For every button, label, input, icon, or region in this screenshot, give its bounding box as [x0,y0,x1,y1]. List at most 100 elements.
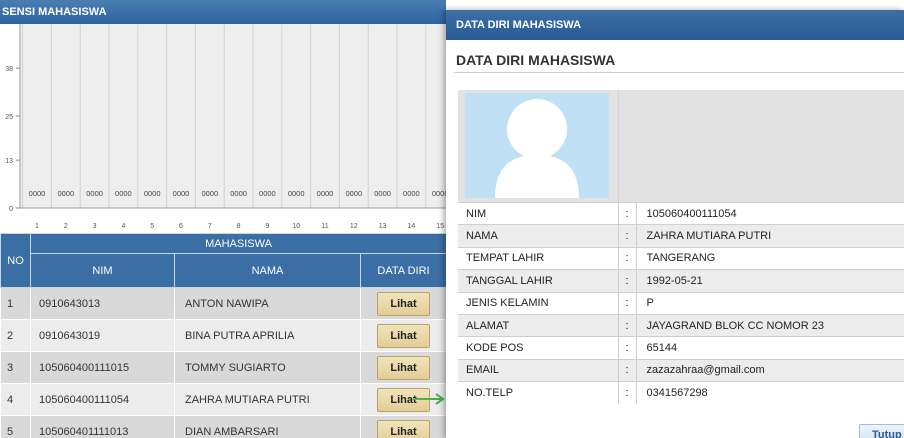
row-action-cell: Lihat [360,319,446,352]
data-label: 0000 [288,189,305,198]
row-no: 2 [0,319,31,352]
detail-row: NIM:105060400111054 [458,201,904,225]
row-nim: 0910643013 [30,287,175,320]
y-tick-label: 0 [9,206,13,213]
field-value: 65144 [636,336,904,360]
field-value: zazazahraa@gmail.com [636,358,904,382]
detail-row: JENIS KELAMIN: P [458,291,904,315]
field-value: P [636,291,904,315]
row-action-cell: Lihat [360,415,446,438]
x-tick-label: 1 [35,223,39,230]
field-separator: : [618,313,637,337]
x-tick-label: 7 [208,223,212,230]
row-action-cell: Lihat [360,351,446,384]
table-row: 4 105060400111054 ZAHRA MUTIARA PUTRI Li… [0,383,446,416]
row-nama: ANTON NAWIPA [174,287,361,320]
title-divider [454,72,904,73]
table-row: 1 0910643013 ANTON NAWIPA Lihat [0,287,446,320]
x-tick-label: 15 [436,223,444,230]
row-action-cell: Lihat [360,287,446,320]
row-nim: 0910643019 [30,319,175,352]
attendance-chart: 38 25 13 0 0000 1 0000 2 0000 3 0000 4 0000 5 0000 6 000… [0,24,446,234]
x-tick-label: 8 [237,223,241,230]
col-header-nama: NAMA [174,253,361,288]
field-separator: : [618,246,637,270]
green-arrow-icon [413,393,445,405]
field-label: NO.TELP [458,381,619,405]
attendance-panel: SENSI MAHASISWA 38 25 13 0 0000 1 0000 2 0000 3 00… [0,0,446,438]
x-tick-label: 3 [93,223,97,230]
field-separator: : [618,201,637,225]
x-tick-label: 4 [121,223,125,230]
avatar [465,93,609,198]
lihat-button[interactable]: Lihat [377,355,430,380]
row-nim: 105060400111054 [30,383,175,416]
row-no: 3 [0,351,31,384]
dialog-header[interactable]: DATA DIRI MAHASISWA [446,10,904,40]
group-header-mahasiswa: MAHASISWA [30,233,446,254]
lihat-button[interactable]: Lihat [377,419,430,438]
field-separator: : [618,358,637,382]
row-no: 1 [0,287,31,320]
row-no: 5 [0,415,31,438]
x-tick-label: 10 [292,223,300,230]
row-nim: 105060401111013 [30,415,175,438]
data-label: 0000 [345,189,362,198]
x-tick-label: 6 [179,223,183,230]
field-value: ZAHRA MUTIARA PUTRI [636,224,904,248]
detail-row: KODE POS:65144 [458,336,904,360]
field-label: JENIS KELAMIN [458,291,619,315]
y-tick-label: 25 [5,114,13,121]
row-nim: 105060400111015 [30,351,175,384]
plot-area [20,24,446,208]
field-value: TANGERANG [636,246,904,270]
photo-divider [618,90,619,202]
lihat-button[interactable]: Lihat [377,323,430,348]
data-label: 0000 [201,189,218,198]
detail-row: NAMA: ZAHRA MUTIARA PUTRI [458,224,904,248]
data-label: 0000 [374,189,391,198]
data-label: 0000 [86,189,103,198]
x-tick-label: 2 [64,223,68,230]
data-label: 0000 [259,189,276,198]
detail-row: ALAMAT: JAYAGRAND BLOK CC NOMOR 23 [458,313,904,337]
row-nama: ZAHRA MUTIARA PUTRI [174,383,361,416]
detail-panel: NIM:105060400111054 NAMA: ZAHRA MUTIARA PU… [458,90,904,405]
detail-row: NO.TELP:0341567298 [458,381,904,405]
detail-table: NIM:105060400111054 NAMA: ZAHRA MUTIARA PU… [458,201,904,405]
field-value: JAYAGRAND BLOK CC NOMOR 23 [636,313,904,337]
x-tick-label: 13 [379,223,387,230]
field-label: KODE POS [458,336,619,360]
x-tick-label: 12 [350,223,358,230]
data-label: 0000 [317,189,334,198]
lihat-button[interactable]: Lihat [377,291,430,316]
student-table: NO MAHASISWA NIM NAMA DATA DIRI 1 091064… [0,233,446,438]
x-tick-label: 14 [408,223,416,230]
data-label: 0000 [432,189,446,198]
photo-row [458,90,904,202]
field-separator: : [618,381,637,405]
field-value: 1992-05-21 [636,269,904,293]
row-no: 4 [0,383,31,416]
data-label: 0000 [115,189,132,198]
field-label: NIM [458,201,619,225]
data-label: 0000 [403,189,420,198]
close-button[interactable]: Tutup [859,424,904,438]
y-tick-label: 13 [5,158,13,165]
x-tick-label: 11 [321,223,328,230]
student-detail-dialog: DATA DIRI MAHASISWA DATA DIRI MAHASISWA … [446,10,904,438]
col-header-no: NO [0,233,31,288]
row-nama: TOMMY SUGIARTO [174,351,361,384]
table-row: 2 0910643019 BINA PUTRA APRILIA Lihat [0,319,446,352]
field-label: NAMA [458,224,619,248]
detail-row: TEMPAT LAHIR: TANGERANG [458,246,904,270]
data-label: 0000 [173,189,190,198]
row-nama: DIAN AMBARSARI [174,415,361,438]
data-label: 0000 [57,189,74,198]
row-nama: BINA PUTRA APRILIA [174,319,361,352]
y-tick-label: 38 [5,66,13,73]
detail-row: EMAIL: zazazahraa@gmail.com [458,358,904,382]
field-label: TANGGAL LAHIR [458,269,619,293]
field-separator: : [618,224,637,248]
panel-header: SENSI MAHASISWA [0,0,446,24]
